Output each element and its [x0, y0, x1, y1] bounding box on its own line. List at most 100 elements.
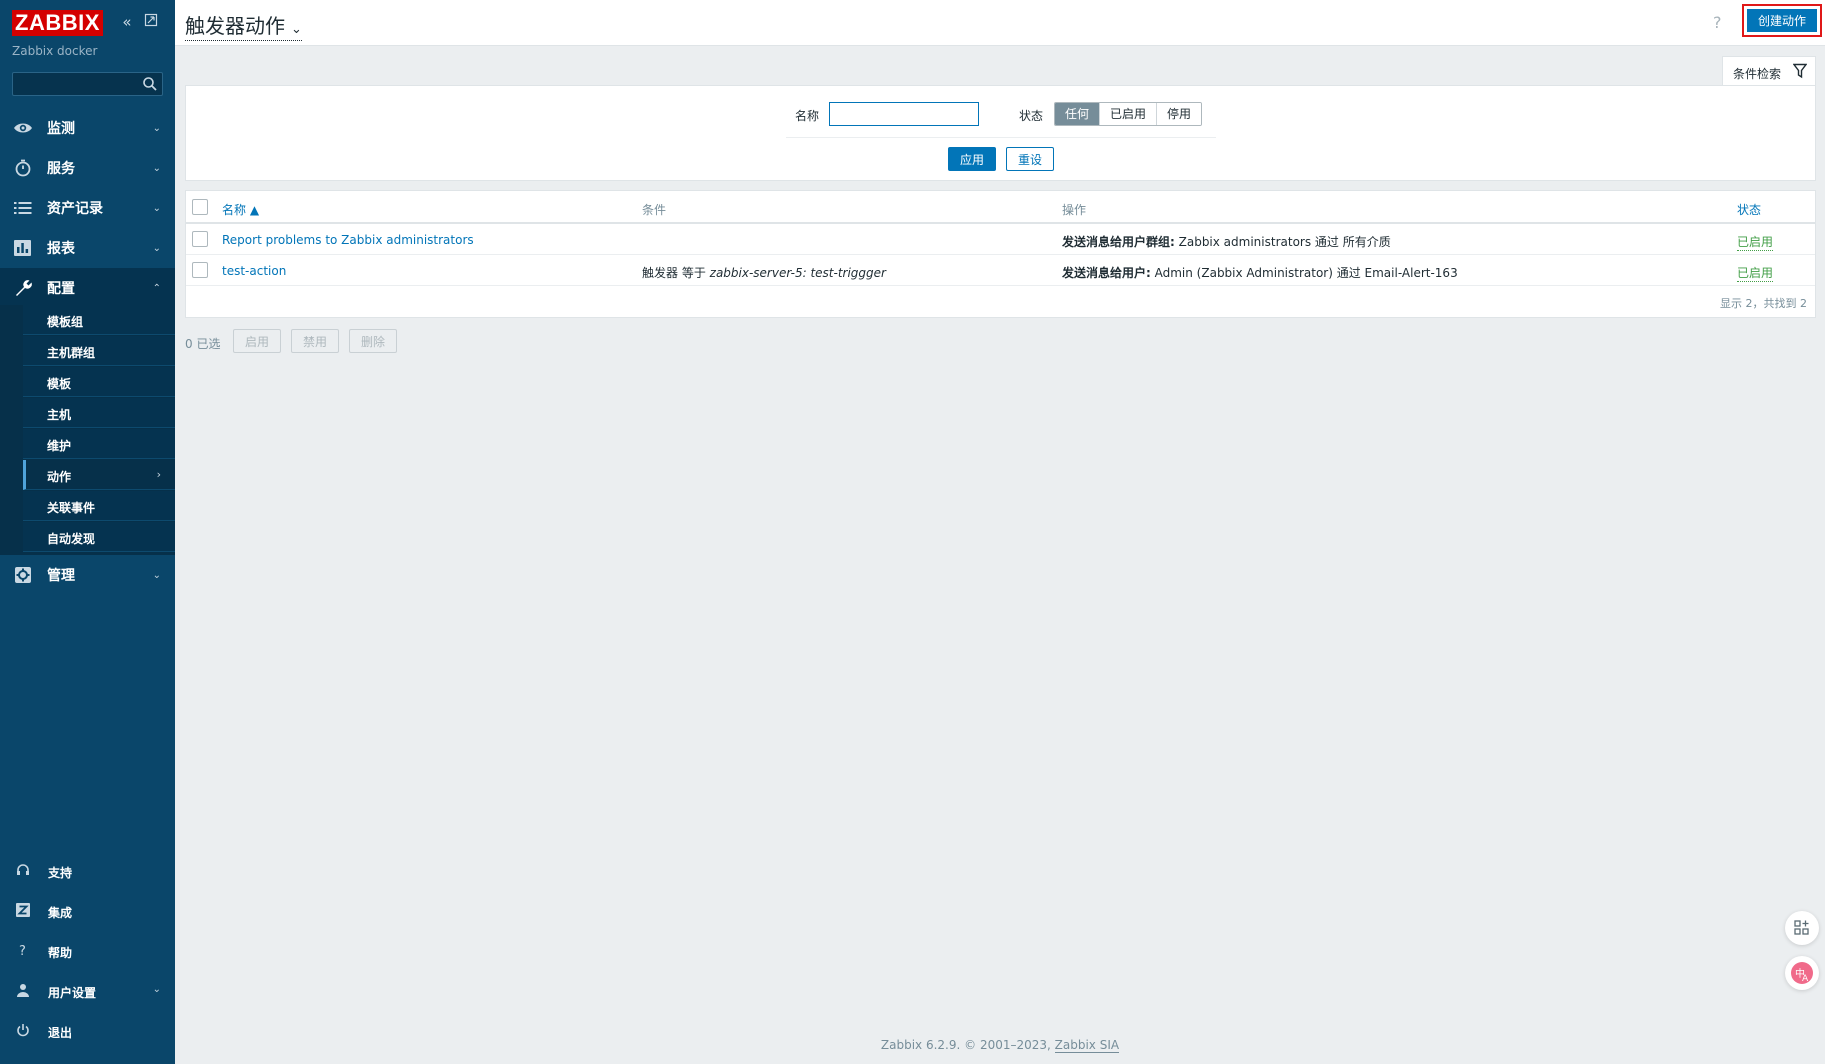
submenu-template-groups[interactable]: 模板组 [23, 305, 175, 335]
menu-services[interactable]: 服务 ⌄ [0, 148, 175, 188]
select-all-checkbox[interactable] [192, 199, 208, 215]
filter-panel: 名称 状态 任何 已启用 停用 应用 重设 [185, 85, 1816, 181]
apps-plus-icon[interactable] [1785, 911, 1819, 945]
submenu-actions[interactable]: 动作 › [23, 460, 175, 490]
submenu-hosts[interactable]: 主机 [23, 398, 175, 428]
condition-trigger: test-triggger [810, 266, 886, 280]
menu-sign-out-label: 退出 [48, 1026, 73, 1040]
apply-button[interactable]: 应用 [948, 147, 996, 171]
kiosk-mode-icon[interactable] [142, 13, 160, 31]
menu-help[interactable]: ? 帮助 [0, 933, 175, 969]
action-name-link[interactable]: test-action [222, 264, 286, 278]
menu-monitoring[interactable]: 监测 ⌄ [0, 108, 175, 148]
action-name-link[interactable]: Report problems to Zabbix administrators [222, 233, 474, 247]
translate-icon[interactable]: 中A [1785, 956, 1819, 990]
action-operations: 发送消息给用户: Admin (Zabbix Administrator) 通过… [1062, 264, 1458, 281]
chevron-up-icon: ⌃ [152, 282, 161, 294]
menu-sign-out[interactable]: 退出 [0, 1013, 175, 1049]
status-option-disabled[interactable]: 停用 [1156, 103, 1202, 125]
menu-reports[interactable]: 报表 ⌄ [0, 228, 175, 268]
submenu-event-correlation[interactable]: 关联事件 [23, 491, 175, 521]
create-action-highlight: 创建动作 [1742, 4, 1822, 37]
search-icon[interactable] [142, 76, 158, 92]
submenu-label: 自动发现 [47, 532, 96, 546]
submenu-label: 关联事件 [47, 501, 96, 515]
server-name: Zabbix docker [12, 44, 98, 58]
menu-integrations-label: 集成 [48, 906, 73, 920]
stopwatch-icon [15, 159, 31, 177]
filter-icon [1793, 63, 1807, 79]
menu-user-settings-label: 用户设置 [48, 986, 97, 1000]
collapse-sidebar-icon[interactable]: « [118, 13, 136, 31]
row-checkbox[interactable] [192, 262, 208, 278]
wrench-icon [16, 280, 32, 296]
table-row: Report problems to Zabbix administrators… [186, 224, 1815, 255]
sidebar-search [12, 72, 163, 96]
chevron-down-icon: ⌄ [152, 984, 161, 995]
chevron-down-icon: ⌄ [152, 202, 161, 214]
eye-icon [14, 123, 32, 133]
disable-selected-button[interactable]: 禁用 [291, 329, 339, 353]
menu-integrations[interactable]: 集成 [0, 893, 175, 929]
create-action-button[interactable]: 创建动作 [1747, 9, 1817, 32]
filter-divider [786, 137, 1216, 138]
page-title[interactable]: 触发器动作 ⌄ [185, 10, 302, 41]
delete-selected-button[interactable]: 删除 [349, 329, 397, 353]
page-header: 触发器动作 ⌄ ? 创建动作 [175, 0, 1825, 46]
chevron-down-icon: ⌄ [152, 242, 161, 254]
filter-status-selector: 任何 已启用 停用 [1054, 102, 1203, 126]
zabbix-logo[interactable]: ZABBIX [12, 10, 103, 36]
menu-support[interactable]: 支持 [0, 853, 175, 889]
submenu-discovery[interactable]: 自动发现 [23, 522, 175, 552]
filter-tab[interactable]: 条件检索 [1722, 56, 1816, 86]
filter-name-input[interactable] [829, 102, 979, 126]
column-name-sort[interactable]: 名称 ▲ [222, 201, 259, 218]
status-option-any[interactable]: 任何 [1055, 103, 1100, 125]
submenu-label: 模板组 [47, 315, 84, 329]
menu-help-label: 帮助 [48, 946, 73, 960]
status-option-enabled[interactable]: 已启用 [1099, 103, 1157, 125]
status-toggle[interactable]: 已启用 [1737, 264, 1774, 282]
list-icon [14, 202, 32, 214]
menu-administration[interactable]: 管理 ⌄ [0, 555, 175, 595]
row-checkbox[interactable] [192, 231, 208, 247]
sidebar: ZABBIX « Zabbix docker 监测 ⌄ 服务 ⌄ 资产记录 ⌄ … [0, 0, 175, 1064]
menu-user-settings[interactable]: 用户设置 ⌄ [0, 973, 175, 1009]
filter-status-label: 状态 [1019, 109, 1044, 123]
status-toggle[interactable]: 已启用 [1737, 233, 1774, 251]
condition-host: zabbix-server-5 [709, 266, 803, 280]
svg-text:?: ? [19, 944, 26, 958]
bar-chart-icon [14, 240, 31, 256]
chevron-down-icon: ⌄ [152, 122, 161, 134]
svg-text:A: A [1802, 974, 1809, 984]
menu-inventory-label: 资产记录 [47, 201, 103, 217]
action-conditions: 触发器 等于 zabbix-server-5: test-triggger [642, 264, 886, 281]
submenu-label: 主机群组 [47, 346, 96, 360]
question-icon: ? [19, 944, 26, 958]
submenu-templates[interactable]: 模板 [23, 367, 175, 397]
logo-row: ZABBIX [12, 10, 103, 36]
chevron-down-icon: ⌄ [152, 569, 161, 581]
operation-type: 发送消息给用户: [1062, 266, 1151, 280]
help-icon[interactable]: ? [1713, 13, 1722, 32]
table-header: 名称 ▲ 条件 操作 状态 [186, 191, 1815, 224]
submenu-host-groups[interactable]: 主机群组 [23, 336, 175, 366]
column-operations: 操作 [1062, 203, 1087, 217]
column-status-sort[interactable]: 状态 [1737, 201, 1761, 218]
enable-selected-button[interactable]: 启用 [233, 329, 281, 353]
footer-link[interactable]: Zabbix SIA [1054, 1038, 1120, 1053]
menu-configuration-label: 配置 [47, 281, 75, 297]
submenu-maintenance[interactable]: 维护 [23, 429, 175, 459]
submenu-label: 动作 [47, 470, 72, 484]
operation-detail: Zabbix administrators 通过 所有介质 [1174, 235, 1391, 249]
submenu-label: 模板 [47, 377, 72, 391]
menu-support-label: 支持 [48, 866, 73, 880]
menu-reports-label: 报表 [47, 241, 75, 257]
sidebar-search-input[interactable] [13, 73, 143, 95]
menu-inventory[interactable]: 资产记录 ⌄ [0, 188, 175, 228]
chevron-down-icon: ⌄ [291, 22, 302, 37]
page-title-text: 触发器动作 [185, 14, 285, 38]
reset-button[interactable]: 重设 [1006, 147, 1054, 171]
configuration-submenu: 模板组 主机群组 模板 主机 维护 动作 › 关联事件 自动发现 [0, 305, 175, 555]
menu-configuration[interactable]: 配置 ⌃ [0, 268, 175, 308]
